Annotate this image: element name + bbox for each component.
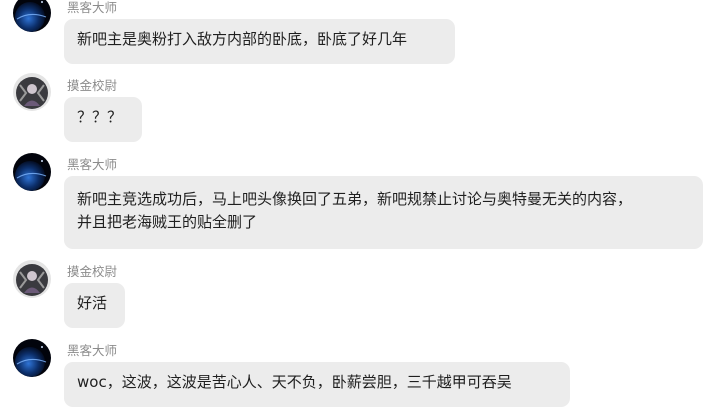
message-text: 好活 bbox=[77, 294, 108, 312]
message-bubble: 新吧主是奥粉打入敌方内部的卧底，卧底了好几年 bbox=[64, 19, 455, 64]
message-text: 新吧主是奥粉打入敌方内部的卧底，卧底了好几年 bbox=[77, 30, 408, 48]
message-bubble: 好活 bbox=[64, 283, 125, 328]
sender-name: 摸金校尉 bbox=[67, 78, 118, 93]
character-avatar-icon[interactable] bbox=[13, 260, 51, 298]
message-bubble: woc，这波，这波是苦心人、天不负，卧薪尝胆，三千越甲可吞吴 bbox=[64, 362, 570, 407]
planet-avatar-icon[interactable] bbox=[13, 0, 51, 32]
character-avatar-icon[interactable] bbox=[13, 73, 51, 111]
sender-name: 摸金校尉 bbox=[67, 264, 118, 279]
sender-name: 黑客大师 bbox=[67, 343, 118, 358]
sender-name: 黑客大师 bbox=[67, 157, 118, 172]
chat-thread: 黑客大师 新吧主是奥粉打入敌方内部的卧底，卧底了好几年 摸金校尉 ？？？ 黑客大… bbox=[0, 0, 721, 418]
message-text: woc，这波，这波是苦心人、天不负，卧薪尝胆，三千越甲可吞吴 bbox=[77, 373, 512, 391]
message-bubble: 新吧主竞选成功后，马上吧头像换回了五弟，新吧规禁止讨论与奥特曼无关的内容， 并且… bbox=[64, 176, 703, 249]
sender-name: 黑客大师 bbox=[67, 0, 118, 15]
message-text: ？？？ bbox=[77, 108, 123, 126]
message-text-line: 并且把老海贼王的贴全删了 bbox=[77, 213, 258, 231]
message-text-line: 新吧主竞选成功后，马上吧头像换回了五弟，新吧规禁止讨论与奥特曼无关的内容， bbox=[77, 190, 633, 208]
planet-avatar-icon[interactable] bbox=[13, 339, 51, 377]
planet-avatar-icon[interactable] bbox=[13, 153, 51, 191]
message-bubble: ？？？ bbox=[64, 97, 142, 142]
